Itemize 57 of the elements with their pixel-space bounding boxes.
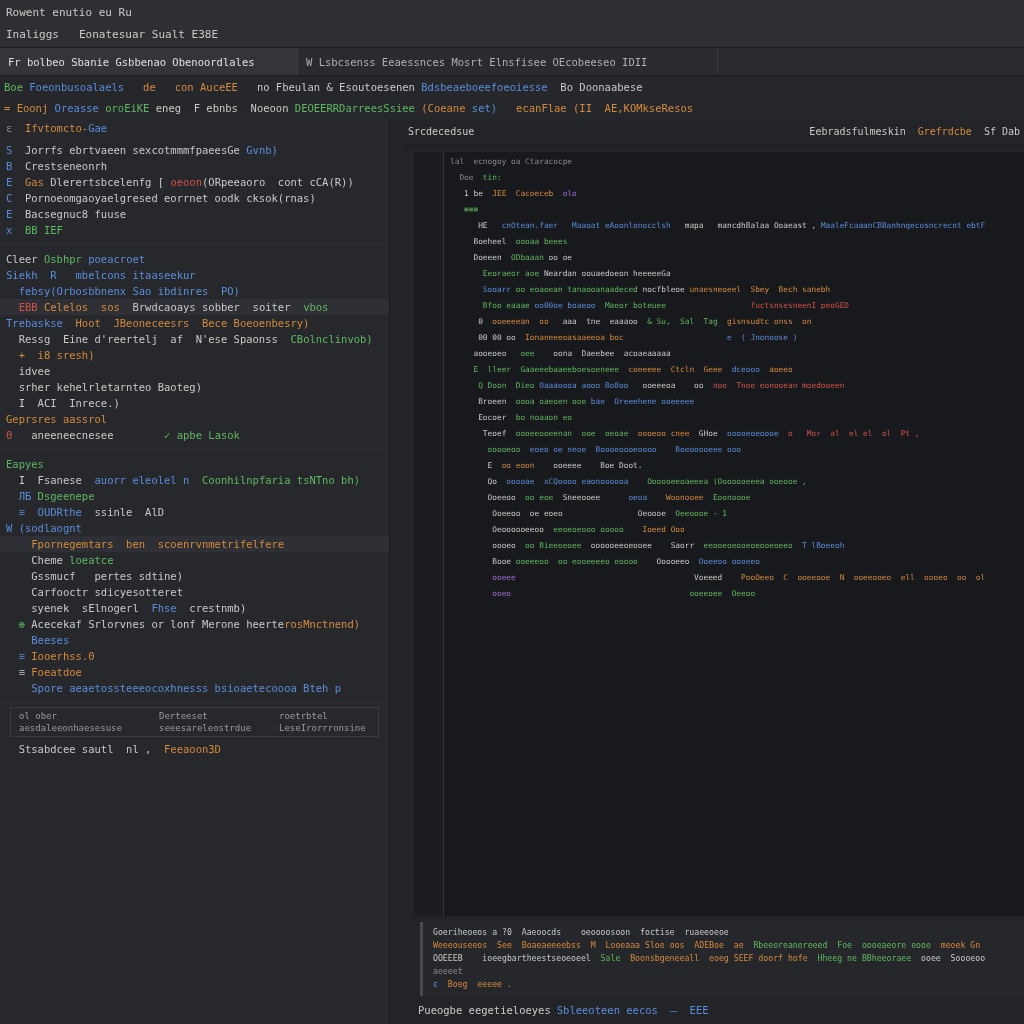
output-line: Goeriheoeos a ?0 Aaeoocds oeoooosoon foctise ruaeeoeoe xyxy=(433,926,730,939)
code-editor[interactable] xyxy=(414,152,1024,916)
editor-action[interactable]: Sf Dab xyxy=(983,126,1020,137)
outline-item[interactable]: Fpornegemtars ben scoenrvnmetrifelfere xyxy=(0,536,389,552)
output-line: Weeeouseeos See Boaeaeeeebss M Looeaaa Sloe oos ADEBoe ae Rbeeoreanereeed Foe oooeaeore eooe meoek Gn xyxy=(433,939,982,952)
outline-item[interactable]: Carfooctr sdicyesotteret xyxy=(0,584,389,600)
outline-item[interactable]: ≡ Iooerhss.0 xyxy=(0,648,389,664)
table-cell-text: seeesareleostrdue xyxy=(159,723,253,733)
outline-item[interactable]: ЛБ Dsgeenepe xyxy=(0,488,389,504)
table-cell-text: roetrbtel xyxy=(279,711,329,721)
outline-item[interactable]: febsy(Orbosbbnenx Sao ibdinres PO) xyxy=(0,283,389,299)
outline-item[interactable]: EBB Celelos sos Brwdcaoays sobber soiter vbos xyxy=(0,299,389,315)
outline-item[interactable]: Geprsres aassrol xyxy=(0,411,389,427)
outline-item[interactable]: W (sodlaognt xyxy=(0,520,389,536)
outline-item[interactable]: Siekh R mbelcons itaaseekur xyxy=(0,267,389,283)
outline-item[interactable]: Beeses xyxy=(0,632,389,648)
editor-action[interactable]: Eebradsfulmeskin xyxy=(809,126,906,137)
outline-item[interactable]: syenek sElnogerl Fhse crestnmb) xyxy=(0,600,389,616)
table-cell-text: ol ober xyxy=(19,711,58,721)
output-line: OOEEEB ioeegbartheestseoeoeel Sale Boonsbgeneeall eoeg SEEF doorf hofe Hheeg ne BBheeoraee ooee Soooeoo xyxy=(433,952,987,965)
output-line: aeeeet xyxy=(433,965,464,978)
outline-item[interactable]: Ressg Eine d'reertelj af N'ese Spaonss CBolnclinvob) xyxy=(0,331,389,347)
outline-item[interactable]: I ACI Inrece.) xyxy=(0,395,389,411)
outline-item[interactable]: C Pornoeomgaoyaelgresed eorrnet oodk cksok(rnas) xyxy=(0,190,389,206)
outline-item[interactable]: ⊕ Acecekaf Srlorvnes or lonf Merone heerterosMnctnend) xyxy=(0,616,389,632)
output-line: ε Boeg eeeee . xyxy=(433,978,513,991)
outline-item[interactable]: E Bacsegnuc8 fuuse xyxy=(0,206,389,222)
outline-item[interactable]: srher kehelrletarnteo Baoteg) xyxy=(0,379,389,395)
editor-title: Srcdecedsue xyxy=(408,126,475,137)
outline-item[interactable]: Spore aeaetossteeeocoxhnesss bsioaetecoooa Bteh p xyxy=(0,680,389,696)
outline-item[interactable]: Eapyes xyxy=(0,456,389,472)
editor-action[interactable]: Grefrdcbe xyxy=(917,126,972,137)
outline-item[interactable]: + i8 sresh) xyxy=(0,347,389,363)
outline-item[interactable]: Cleer Osbhpr poeacroet xyxy=(0,251,389,267)
outline-item[interactable]: B Crestseneonrh xyxy=(0,158,389,174)
table-cell-text: aesdaleeonhaesesuse xyxy=(19,723,123,733)
outline-item[interactable]: x BB IEF xyxy=(0,222,389,238)
menu-item[interactable]: Inaliggs xyxy=(6,27,59,41)
outline-item[interactable]: Cheme loeatce xyxy=(0,552,389,568)
outline-item[interactable]: S Jorrfs ebrtvaeen sexcotmmmfpaeesGe Gvnb) xyxy=(0,142,389,158)
outline-item[interactable]: Trebaskse Hoot JBeoneceesrs Bece Boeoenbesry) xyxy=(0,315,389,331)
outline-item[interactable]: I Fsanese auorr eleolel n Coonhilnpfaria tsNTno bh) xyxy=(0,472,389,488)
footer-line: Stsabdcee sautl nl , Feeaoon3D xyxy=(17,742,222,757)
outline-item[interactable]: ≡ Foeatdoe xyxy=(0,664,389,680)
explorer-header: ε Ifvtomcto-Gae xyxy=(5,121,109,136)
status-text: Pueogbe eegetieloeyes xyxy=(418,1004,551,1016)
outline-item[interactable]: Gssmucf pertes sdtine) xyxy=(0,568,389,584)
table-cell-text: Derteeset xyxy=(159,711,209,721)
tab[interactable]: Fr bolbeo Sbanie Gsbbenao Obenoordlales xyxy=(0,48,298,75)
table-cell-text: LeseIrorrronsine xyxy=(279,723,367,733)
status-text: Sbleeoteen eecos — EEE xyxy=(556,1004,709,1016)
window-title: Rowent enutio eu Ru xyxy=(6,6,133,20)
file-path: Eonatesuar Sualt E38E xyxy=(79,27,219,41)
outline-item[interactable]: idvee xyxy=(0,363,389,379)
outline-item[interactable]: E Gas Dlerertsbcelenfg [ oeoon(ORpeeaoro cont cCA(R)) xyxy=(0,174,389,190)
outline-item[interactable]: 0 aneeneecnesee ✓ apbe Lasok xyxy=(0,427,389,443)
outline-item[interactable]: ≡ OUDRthe ssinle AlD xyxy=(0,504,389,520)
